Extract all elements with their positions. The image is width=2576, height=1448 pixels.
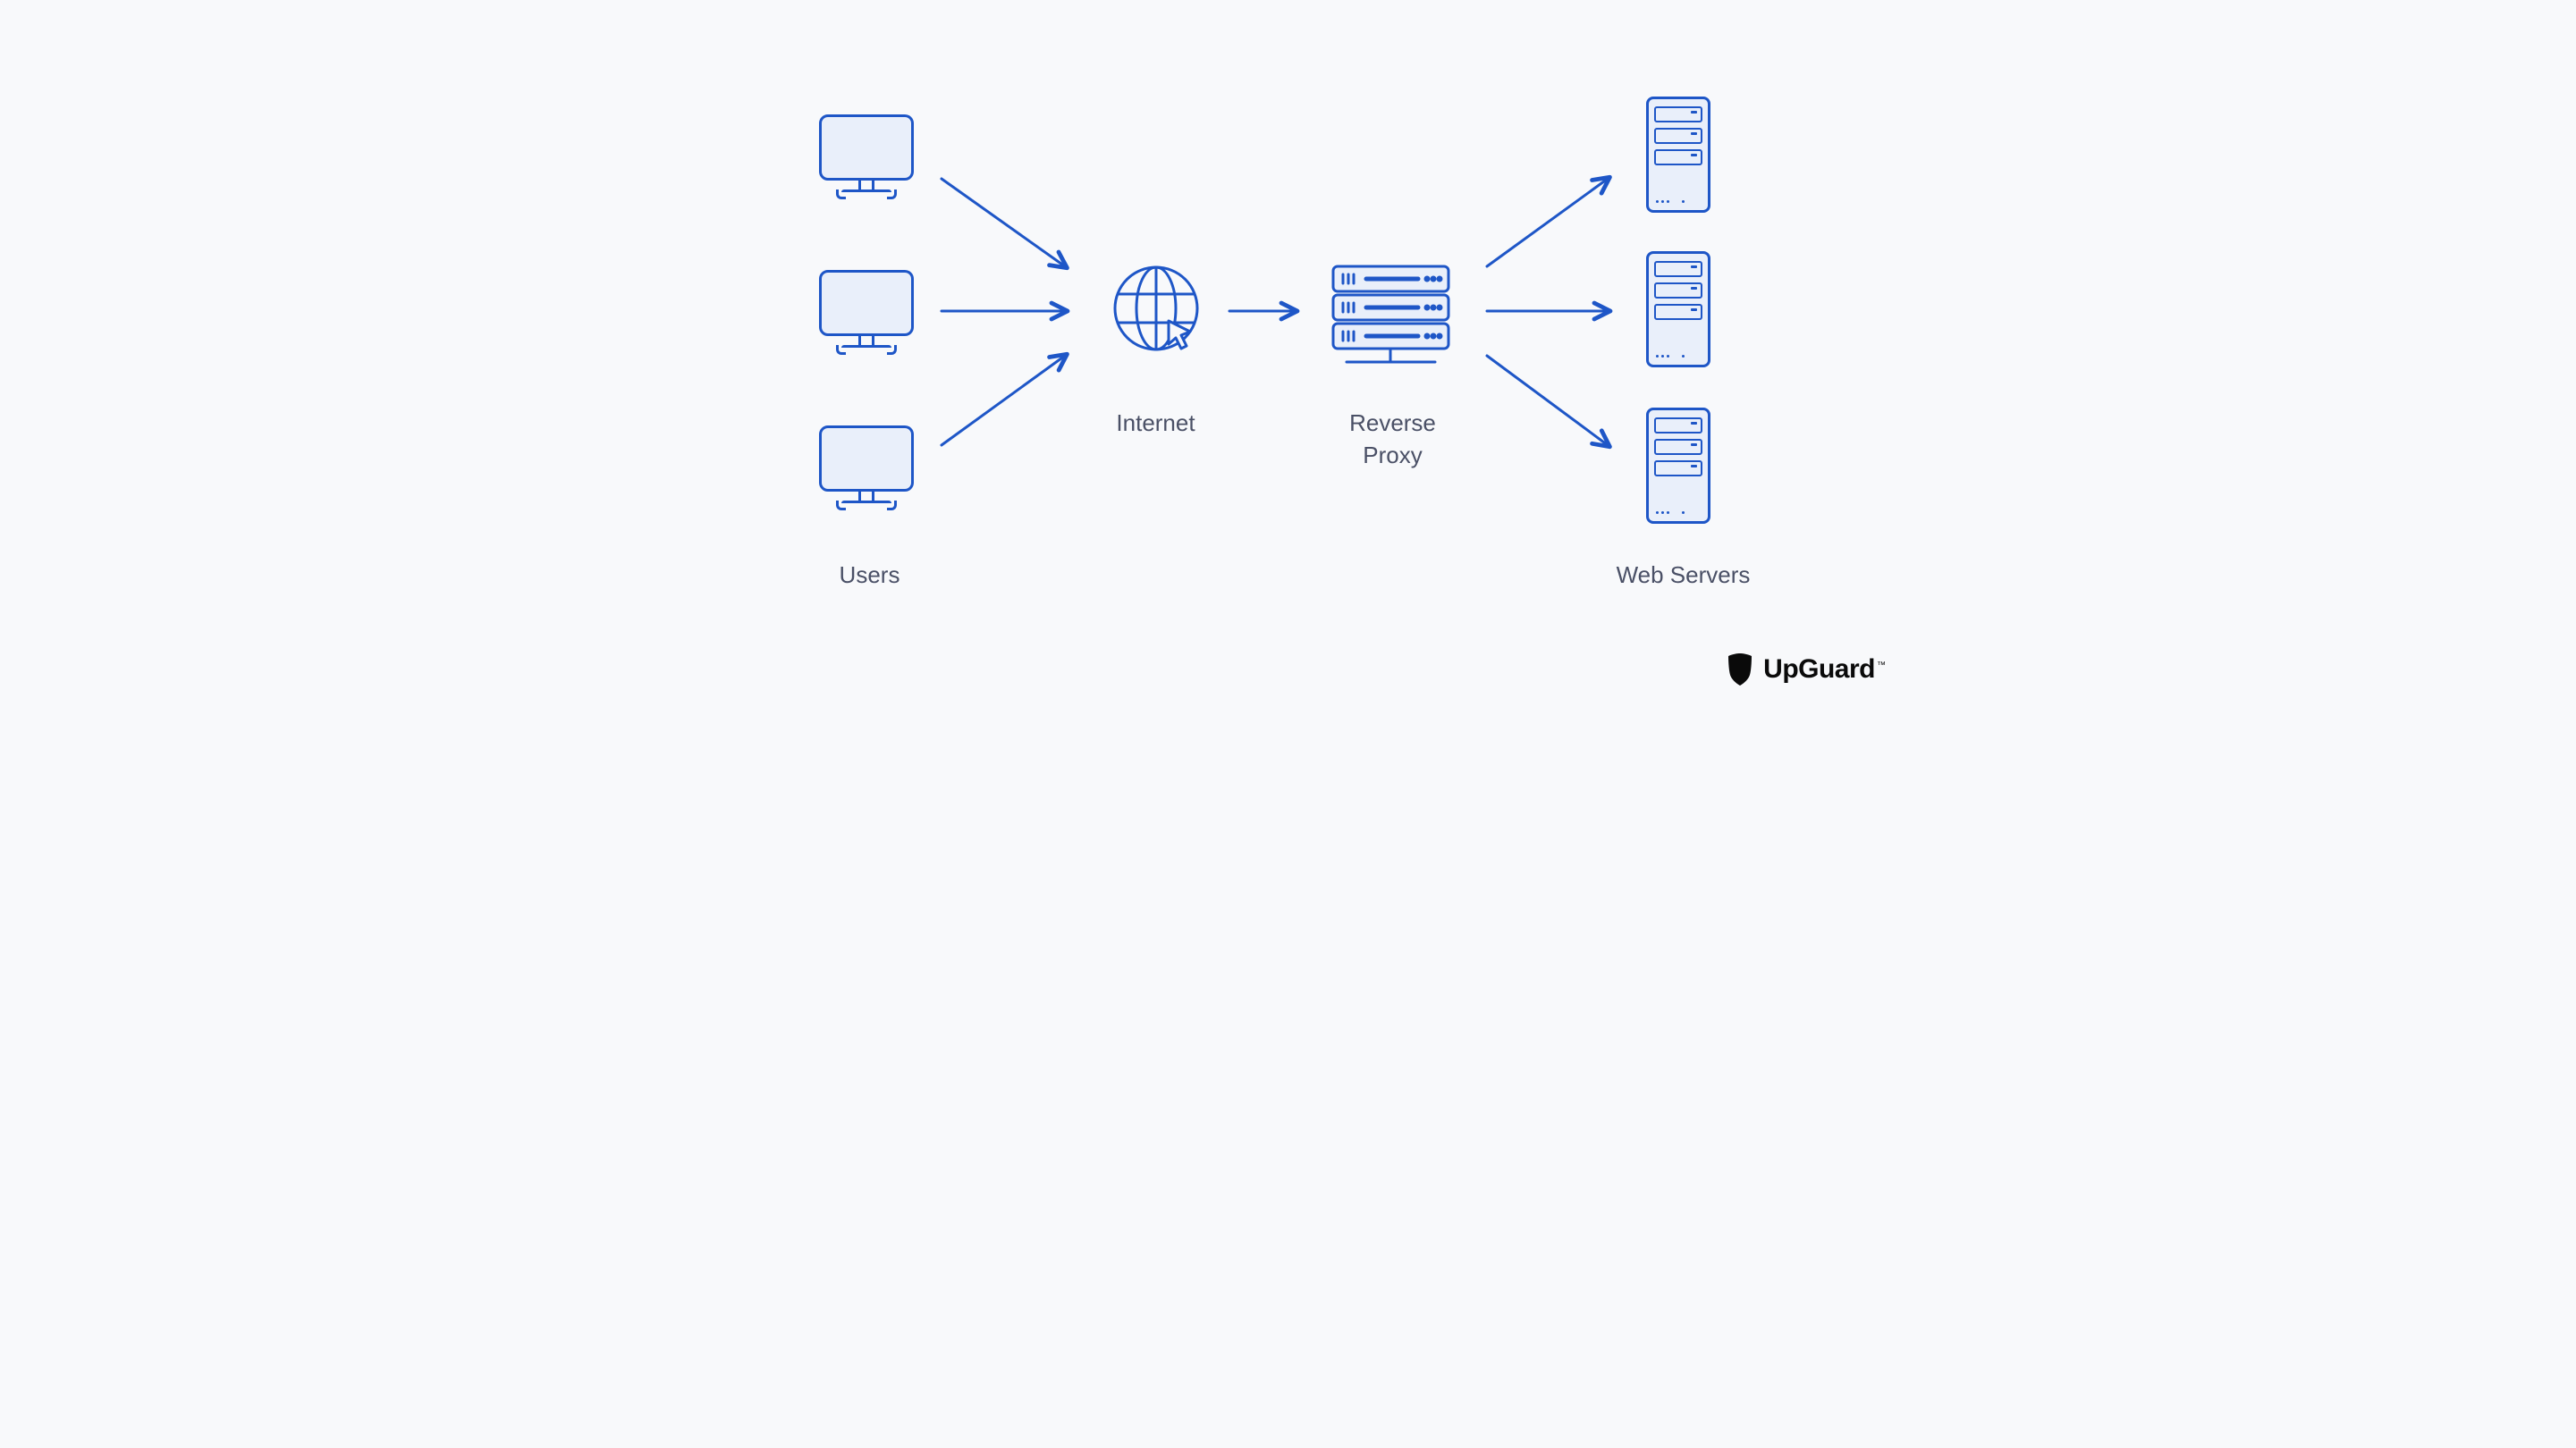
internet-globe-icon: [1111, 264, 1201, 362]
user-client-icon: [819, 114, 914, 199]
web-server-icon: [1646, 408, 1710, 524]
reverse-proxy-label: Reverse Proxy: [1330, 407, 1456, 472]
web-server-icon: [1646, 251, 1710, 367]
flow-arrows: [638, 0, 1939, 729]
web-servers-label: Web Servers: [1594, 559, 1773, 591]
diagram-canvas: Users Internet Reverse Proxy Web Servers…: [638, 0, 1939, 729]
user-client-icon: [819, 425, 914, 510]
internet-label: Internet: [1102, 407, 1210, 439]
shield-icon: [1726, 652, 1754, 686]
brand-logo: UpGuard™: [1726, 652, 1885, 686]
user-client-icon: [819, 270, 914, 355]
brand-name: UpGuard™: [1763, 654, 1885, 685]
web-server-icon: [1646, 97, 1710, 213]
users-label: Users: [825, 559, 915, 591]
reverse-proxy-icon: [1330, 264, 1451, 371]
